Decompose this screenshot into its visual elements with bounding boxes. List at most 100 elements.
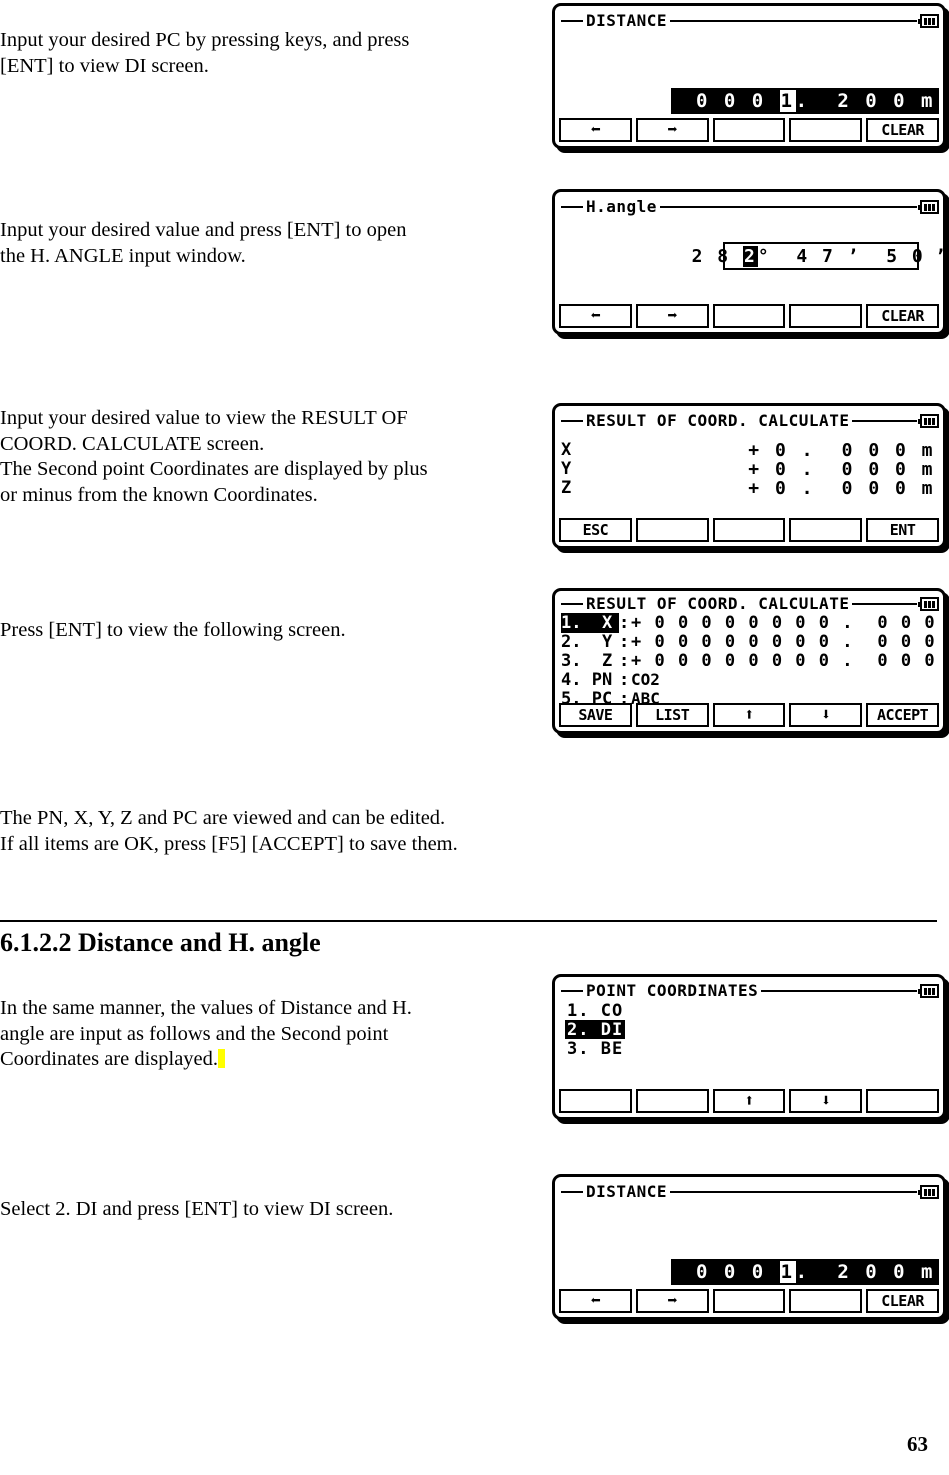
hangle-value-cursor: 2 bbox=[742, 245, 758, 267]
edit-row-pn[interactable]: 4. PN : CO2 bbox=[561, 669, 939, 690]
title-dash-lead bbox=[561, 990, 583, 992]
softkey-blank-4[interactable] bbox=[789, 518, 863, 542]
instruction-paragraph-6: In the same manner, the values of Distan… bbox=[0, 996, 530, 1073]
instruction-paragraph-2: Input your desired value and press [ENT]… bbox=[0, 218, 530, 269]
title-dash-fill bbox=[761, 990, 917, 992]
softkey-save[interactable]: SAVE bbox=[559, 703, 632, 727]
hangle-value-suffix: ° 4 7 ’ 5 0 ” bbox=[757, 245, 946, 267]
edit-row-x[interactable]: 1. X : + 0 0 0 0 0 0 0 0 . 0 0 0 m bbox=[561, 612, 939, 633]
paragraph-line: Input your desired value and press [ENT]… bbox=[0, 219, 407, 241]
paragraph-line: [ENT] to view DI screen. bbox=[0, 54, 209, 77]
edit-row-y[interactable]: 2. Y : + 0 0 0 0 0 0 0 0 . 0 0 0 m bbox=[561, 631, 939, 652]
softkey-blank-4[interactable] bbox=[789, 304, 863, 328]
menu-item-di[interactable]: 2. DI bbox=[565, 1020, 626, 1040]
menu-item-be[interactable]: 3. BE bbox=[565, 1039, 625, 1059]
softkey-up-arrow[interactable]: ⬆ bbox=[712, 703, 786, 727]
softkey-blank-3[interactable] bbox=[712, 1289, 786, 1313]
lcd-screen-distance-bottom[interactable]: DISTANCE 0 0 0 1. 2 0 0 m ⬅ ➡ CLEAR bbox=[552, 1174, 946, 1320]
lcd-screen-result-edit[interactable]: RESULT OF COORD. CALCULATE 1. X : + 0 0 … bbox=[552, 588, 946, 734]
softkey-esc[interactable]: ESC bbox=[559, 518, 632, 542]
edit-row-value: + 0 0 0 0 0 0 0 0 . 0 0 0 m bbox=[631, 612, 946, 633]
softkey-list[interactable]: LIST bbox=[635, 703, 709, 727]
softkey-ent[interactable]: ENT bbox=[866, 518, 939, 542]
lcd-title: DISTANCE bbox=[586, 1182, 668, 1201]
softkey-blank-1[interactable] bbox=[559, 1089, 632, 1113]
instruction-paragraph-4: Press [ENT] to view the following screen… bbox=[0, 618, 540, 644]
softkey-clear[interactable]: CLEAR bbox=[866, 118, 939, 142]
lcd-screen-result-view[interactable]: RESULT OF COORD. CALCULATE X Y Z + 0 . 0… bbox=[552, 403, 946, 549]
softkey-blank-3[interactable] bbox=[712, 518, 786, 542]
softkey-row: SAVE LIST ⬆ ⬇ ACCEPT bbox=[559, 703, 939, 727]
edit-row-separator: : bbox=[619, 650, 630, 671]
softkey-right-arrow[interactable]: ➡ bbox=[635, 1289, 709, 1313]
paragraph-line: or minus from the known Coordinates. bbox=[0, 483, 318, 506]
paragraph-line: Select 2. DI and press [ENT] to view DI … bbox=[0, 1198, 394, 1220]
lcd-screen-point-coordinates[interactable]: POINT COORDINATES 1. CO 2. DI 3. BE ⬆ ⬇ bbox=[552, 974, 946, 1120]
softkey-clear[interactable]: CLEAR bbox=[866, 1289, 939, 1313]
coord-label-z: Z bbox=[561, 478, 572, 498]
battery-full-icon bbox=[918, 14, 939, 28]
battery-full-icon bbox=[918, 414, 939, 428]
softkey-right-arrow[interactable]: ➡ bbox=[635, 118, 709, 142]
page-title: 6.1.2.2 Distance and H. angle bbox=[0, 928, 321, 957]
edit-row-label: 4. PN bbox=[561, 669, 613, 690]
distance-value-cursor: 1 bbox=[779, 90, 796, 112]
battery-full-icon bbox=[918, 1185, 939, 1199]
softkey-row: ⬅ ➡ CLEAR bbox=[559, 118, 939, 142]
distance-value-prefix: 0 0 0 bbox=[696, 90, 780, 112]
softkey-blank-4[interactable] bbox=[789, 118, 863, 142]
title-dash-fill bbox=[852, 603, 917, 605]
softkey-blank-4[interactable] bbox=[789, 1289, 863, 1313]
title-dash-lead bbox=[561, 420, 583, 422]
lcd-body: 0 0 0 1. 2 0 0 m bbox=[555, 30, 943, 116]
softkey-up-arrow[interactable]: ⬆ bbox=[712, 1089, 786, 1113]
distance-value-field[interactable]: 0 0 0 1. 2 0 0 m bbox=[671, 88, 939, 114]
menu-item-co[interactable]: 1. CO bbox=[565, 1001, 625, 1021]
lcd-titlebar: DISTANCE bbox=[561, 1182, 939, 1202]
lcd-titlebar: RESULT OF COORD. CALCULATE bbox=[561, 411, 939, 431]
title-dash-fill bbox=[670, 20, 917, 22]
page-number: 63 bbox=[907, 1432, 928, 1456]
hangle-value-field[interactable]: 2 8 2 ° 4 7 ’ 5 0 ” bbox=[692, 242, 943, 270]
lcd-title: POINT COORDINATES bbox=[586, 981, 759, 1000]
edit-row-separator: : bbox=[619, 669, 630, 690]
softkey-down-arrow[interactable]: ⬇ bbox=[789, 1089, 863, 1113]
softkey-blank-3[interactable] bbox=[712, 118, 786, 142]
distance-value-field[interactable]: 0 0 0 1. 2 0 0 m bbox=[671, 1259, 939, 1285]
softkey-blank-2[interactable] bbox=[635, 518, 709, 542]
coord-value-x: + 0 . 0 0 0 m bbox=[748, 440, 935, 461]
paragraph-line: the H. ANGLE input window. bbox=[0, 244, 246, 267]
softkey-row: ⬆ ⬇ bbox=[559, 1089, 939, 1113]
lcd-title: H.angle bbox=[586, 197, 657, 216]
instruction-paragraph-1: Input your desired PC by pressing keys, … bbox=[0, 28, 530, 79]
distance-value-suffix: . 2 0 0 m bbox=[795, 90, 935, 112]
edit-row-z[interactable]: 3. Z : + 0 0 0 0 0 0 0 0 . 0 0 0 m bbox=[561, 650, 939, 671]
softkey-left-arrow[interactable]: ⬅ bbox=[559, 1289, 632, 1313]
lcd-body: 0 0 0 1. 2 0 0 m bbox=[555, 1201, 943, 1287]
softkey-left-arrow[interactable]: ⬅ bbox=[559, 118, 632, 142]
coord-value-z: + 0 . 0 0 0 m bbox=[748, 478, 935, 499]
title-dash-lead bbox=[561, 206, 583, 208]
lcd-screen-distance-top[interactable]: DISTANCE 0 0 0 1. 2 0 0 m ⬅ ➡ CLEAR bbox=[552, 3, 946, 149]
softkey-row: ⬅ ➡ CLEAR bbox=[559, 1289, 939, 1313]
paragraph-line: Coordinates are displayed. bbox=[0, 1047, 530, 1073]
lcd-screen-hangle[interactable]: H.angle 2 8 2 ° 4 7 ’ 5 0 ” ⬅ ➡ CLEAR bbox=[552, 189, 946, 335]
softkey-right-arrow[interactable]: ➡ bbox=[635, 304, 709, 328]
paragraph-line: The PN, X, Y, Z and PC are viewed and ca… bbox=[0, 807, 446, 829]
softkey-down-arrow[interactable]: ⬇ bbox=[789, 703, 863, 727]
distance-value-cursor: 1 bbox=[779, 1261, 796, 1283]
softkey-blank-3[interactable] bbox=[712, 304, 786, 328]
softkey-clear[interactable]: CLEAR bbox=[866, 304, 939, 328]
softkey-row: ESC ENT bbox=[559, 518, 939, 542]
softkey-left-arrow[interactable]: ⬅ bbox=[559, 304, 632, 328]
title-dash-fill bbox=[670, 1191, 917, 1193]
edit-row-separator: : bbox=[619, 631, 630, 652]
softkey-blank-2[interactable] bbox=[635, 1089, 709, 1113]
lcd-body: 1. X : + 0 0 0 0 0 0 0 0 . 0 0 0 m 2. Y … bbox=[555, 612, 943, 709]
softkey-blank-5[interactable] bbox=[866, 1089, 939, 1113]
softkey-row: ⬅ ➡ CLEAR bbox=[559, 304, 939, 328]
lcd-title: RESULT OF COORD. CALCULATE bbox=[586, 411, 850, 430]
softkey-accept[interactable]: ACCEPT bbox=[866, 703, 939, 727]
lcd-body: 1. CO 2. DI 3. BE bbox=[555, 1001, 943, 1087]
section-divider-rule bbox=[0, 920, 937, 922]
